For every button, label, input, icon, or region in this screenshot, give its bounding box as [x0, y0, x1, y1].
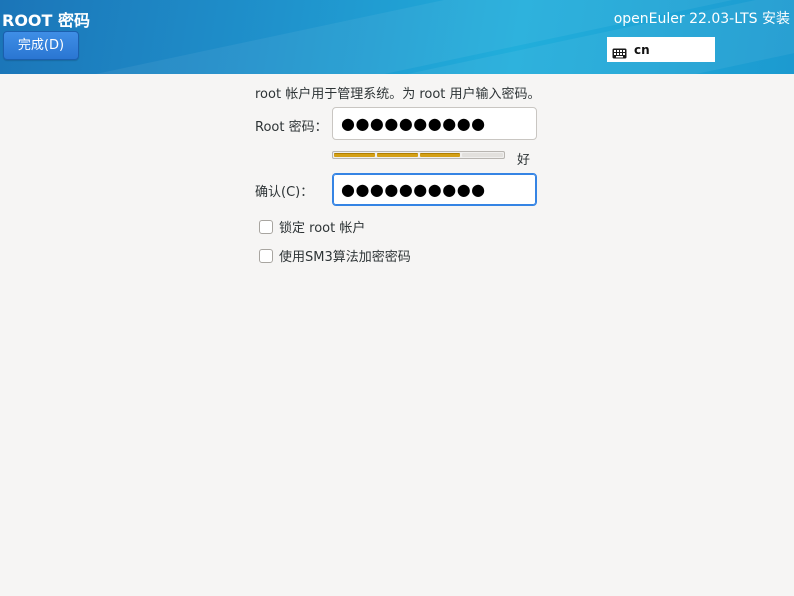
keyboard-layout-indicator[interactable]: cn — [607, 37, 715, 62]
sm3-encryption-checkbox-row[interactable]: 使用SM3算法加密密码 — [259, 246, 411, 265]
done-button[interactable]: 完成(D) — [3, 31, 79, 60]
password-strength-text: 好 — [517, 153, 531, 168]
password-field[interactable]: ●●●●●●●●●● — [332, 107, 537, 140]
lock-root-label: 锁定 root 帐户 — [279, 221, 366, 236]
keyboard-layout-label: cn — [634, 42, 650, 57]
sm3-encryption-label: 使用SM3算法加密密码 — [279, 250, 411, 265]
password-strength-bar — [332, 151, 505, 159]
keyboard-icon — [612, 44, 627, 59]
product-title: openEuler 22.03-LTS 安装 — [613, 11, 790, 27]
strength-segment — [334, 153, 375, 157]
header-bar: ROOT 密码 完成(D) openEuler 22.03-LTS 安装 cn — [0, 0, 794, 74]
sm3-encryption-checkbox[interactable] — [259, 248, 273, 263]
password-label: Root 密码： — [255, 120, 328, 135]
confirm-password-label: 确认(C)： — [255, 185, 314, 200]
lock-root-checkbox-row[interactable]: 锁定 root 帐户 — [259, 217, 365, 236]
strength-segment — [462, 153, 503, 157]
strength-segment — [376, 153, 418, 157]
form-description: root 帐户用于管理系统。为 root 用户输入密码。 — [255, 87, 541, 102]
page-title: ROOT 密码 — [2, 11, 91, 30]
strength-segment — [419, 153, 461, 157]
lock-root-checkbox[interactable] — [259, 219, 273, 234]
confirm-password-field[interactable]: ●●●●●●●●●● — [332, 173, 537, 206]
